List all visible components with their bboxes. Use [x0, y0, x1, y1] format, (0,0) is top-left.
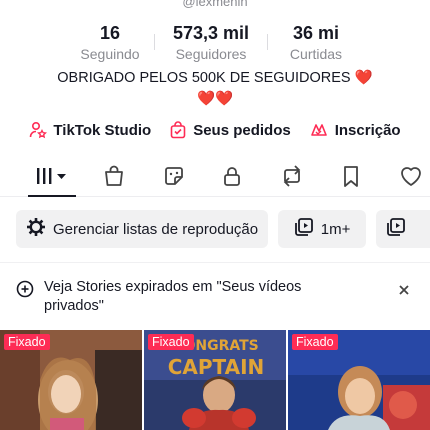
profile-bio: OBRIGADO PELOS 500K DE SEGUIDORES ❤️ ❤️❤… [0, 68, 430, 110]
pinned-badge: Fixado [4, 334, 50, 350]
person-star-icon [29, 121, 48, 139]
expired-stories-banner[interactable]: Veja Stories expirados em "Seus vídeos p… [0, 262, 430, 314]
sticker-icon [162, 164, 186, 193]
tab-reposts[interactable] [278, 164, 306, 192]
subscription-badge-icon [309, 121, 329, 139]
add-circle-icon [16, 280, 34, 303]
following-count: 16 [99, 23, 121, 43]
likes-stat[interactable]: 36 mi Curtidas [268, 22, 364, 64]
bio-hearts: ❤️❤️ [196, 91, 234, 107]
bookmark-icon [340, 164, 362, 193]
subscription-label: Inscrição [334, 121, 401, 139]
playlist-chip-label: 1m+ [320, 220, 351, 238]
orders-link[interactable]: Seus pedidos [169, 121, 291, 139]
tab-videos[interactable] [34, 164, 70, 192]
followers-stat[interactable]: 573,3 mil Seguidores [155, 22, 267, 64]
pinned-badge: Fixado [292, 334, 338, 350]
order-bag-icon [169, 121, 187, 139]
subscription-link[interactable]: Inscrição [309, 121, 401, 139]
video-grid: Fixado CONGRATS CAPTAIN Fixado Fixado [0, 330, 430, 430]
followers-count: 573,3 mil [172, 23, 250, 43]
close-icon[interactable] [398, 283, 410, 301]
followers-label: Seguidores [175, 46, 247, 62]
playlist-chip[interactable] [376, 210, 430, 248]
profile-handle: @lexmenin [182, 0, 248, 9]
tab-shop[interactable] [100, 164, 128, 192]
tab-private[interactable] [218, 164, 246, 192]
manage-playlists-button[interactable]: Gerenciar listas de reprodução [16, 210, 269, 248]
heart-outline-icon [398, 164, 424, 193]
tab-liked[interactable] [397, 164, 425, 192]
orders-label: Seus pedidos [193, 121, 291, 139]
playlist-video-icon [386, 217, 406, 241]
playlist-chip[interactable]: 1m+ [278, 210, 367, 248]
following-label: Seguindo [80, 46, 140, 62]
videos-grid-icon [35, 165, 69, 192]
profile-links: TikTok Studio Seus pedidos Inscrição [0, 121, 430, 139]
video-thumbnail[interactable]: CONGRATS CAPTAIN Fixado [144, 330, 286, 430]
following-stat[interactable]: 16 Seguindo [66, 22, 154, 64]
tiktok-studio-link[interactable]: TikTok Studio [29, 121, 151, 139]
profile-stats: 16 Seguindo 573,3 mil Seguidores 36 mi C… [0, 22, 430, 64]
playlist-chips: Gerenciar listas de reprodução 1m+ [16, 210, 430, 248]
profile-tabs [0, 160, 430, 197]
heart-emoji: ❤️ [354, 70, 373, 86]
shop-bag-icon [102, 164, 126, 193]
lock-icon [220, 164, 244, 193]
repost-icon [279, 164, 305, 193]
tab-favorites[interactable] [337, 164, 365, 192]
likes-count: 36 mi [292, 23, 340, 43]
tab-stickers[interactable] [160, 164, 188, 192]
video-thumbnail[interactable]: Fixado [288, 330, 430, 430]
banner-text: Veja Stories expirados em "Seus vídeos p… [44, 279, 302, 314]
active-tab-indicator [28, 195, 76, 197]
tiktok-studio-label: TikTok Studio [53, 121, 152, 139]
likes-label: Curtidas [289, 46, 343, 62]
playlist-video-icon [294, 217, 314, 241]
bio-text: OBRIGADO PELOS 500K DE SEGUIDORES [57, 70, 351, 86]
gear-icon [26, 217, 46, 241]
svg-text:CAPTAIN: CAPTAIN [168, 355, 265, 379]
manage-playlists-label: Gerenciar listas de reprodução [53, 220, 259, 238]
video-thumbnail[interactable]: Fixado [0, 330, 142, 430]
pinned-badge: Fixado [148, 334, 194, 350]
